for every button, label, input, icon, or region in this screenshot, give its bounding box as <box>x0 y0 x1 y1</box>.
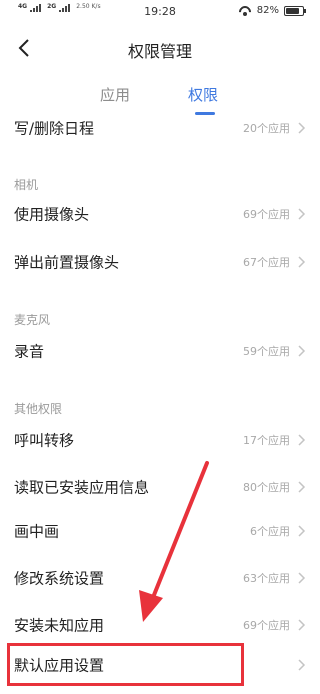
tab-apps[interactable]: 应用 <box>100 84 130 105</box>
header: 权限管理 <box>0 30 320 66</box>
section-header-microphone: 麦克风 <box>14 313 51 327</box>
section-header-other: 其他权限 <box>14 402 63 416</box>
row-label: 默认应用设置 <box>14 656 105 675</box>
section-header-camera: 相机 <box>14 178 39 192</box>
chevron-right-icon <box>298 345 306 357</box>
permission-row-front-camera[interactable]: 弹出前置摄像头 67个应用 <box>0 242 320 282</box>
row-count: 80个应用 <box>243 481 290 494</box>
chevron-right-icon <box>298 208 306 220</box>
row-count: 20个应用 <box>243 122 290 135</box>
page-title: 权限管理 <box>127 42 192 61</box>
row-count: 63个应用 <box>243 572 290 585</box>
status-right: 82% <box>238 5 306 16</box>
permission-row-system-settings[interactable]: 修改系统设置 63个应用 <box>0 558 320 598</box>
chevron-right-icon <box>298 659 306 671</box>
tab-permissions[interactable]: 权限 <box>188 84 218 105</box>
wifi-icon <box>238 6 252 16</box>
row-label: 画中画 <box>14 522 60 541</box>
permission-row-installed-apps[interactable]: 读取已安装应用信息 80个应用 <box>0 467 320 507</box>
row-count: 67个应用 <box>243 256 290 269</box>
row-label: 录音 <box>14 342 45 361</box>
row-label: 读取已安装应用信息 <box>14 478 150 497</box>
permission-row-record[interactable]: 录音 59个应用 <box>0 331 320 371</box>
permission-row-pip[interactable]: 画中画 6个应用 <box>0 511 320 551</box>
permission-row-default-apps[interactable]: 默认应用设置 <box>0 645 320 685</box>
battery-icon <box>284 5 306 16</box>
row-count: 59个应用 <box>243 345 290 358</box>
chevron-right-icon <box>298 122 306 134</box>
row-label: 修改系统设置 <box>14 569 105 588</box>
chevron-right-icon <box>298 619 306 631</box>
chevron-right-icon <box>298 481 306 493</box>
row-label: 呼叫转移 <box>14 431 75 450</box>
chevron-right-icon <box>298 572 306 584</box>
row-count: 69个应用 <box>243 619 290 632</box>
row-count: 69个应用 <box>243 208 290 221</box>
row-label: 安装未知应用 <box>14 616 105 635</box>
permission-row-calendar[interactable]: 写/删除日程 20个应用 <box>0 108 320 148</box>
row-label: 使用摄像头 <box>14 205 90 224</box>
row-label: 写/删除日程 <box>14 119 95 138</box>
chevron-right-icon <box>298 434 306 446</box>
row-count: 6个应用 <box>250 525 290 538</box>
permission-row-unknown-apps[interactable]: 安装未知应用 69个应用 <box>0 605 320 645</box>
status-bar: 4G 2G 2.50 K/s 19:28 82% <box>0 0 320 24</box>
battery-fill <box>286 7 300 14</box>
battery-percent: 82% <box>256 5 279 16</box>
chevron-right-icon <box>298 525 306 537</box>
permission-row-call-forward[interactable]: 呼叫转移 17个应用 <box>0 420 320 460</box>
row-count: 17个应用 <box>243 434 290 447</box>
chevron-right-icon <box>298 256 306 268</box>
permission-row-camera[interactable]: 使用摄像头 69个应用 <box>0 194 320 234</box>
row-label: 弹出前置摄像头 <box>14 253 120 272</box>
